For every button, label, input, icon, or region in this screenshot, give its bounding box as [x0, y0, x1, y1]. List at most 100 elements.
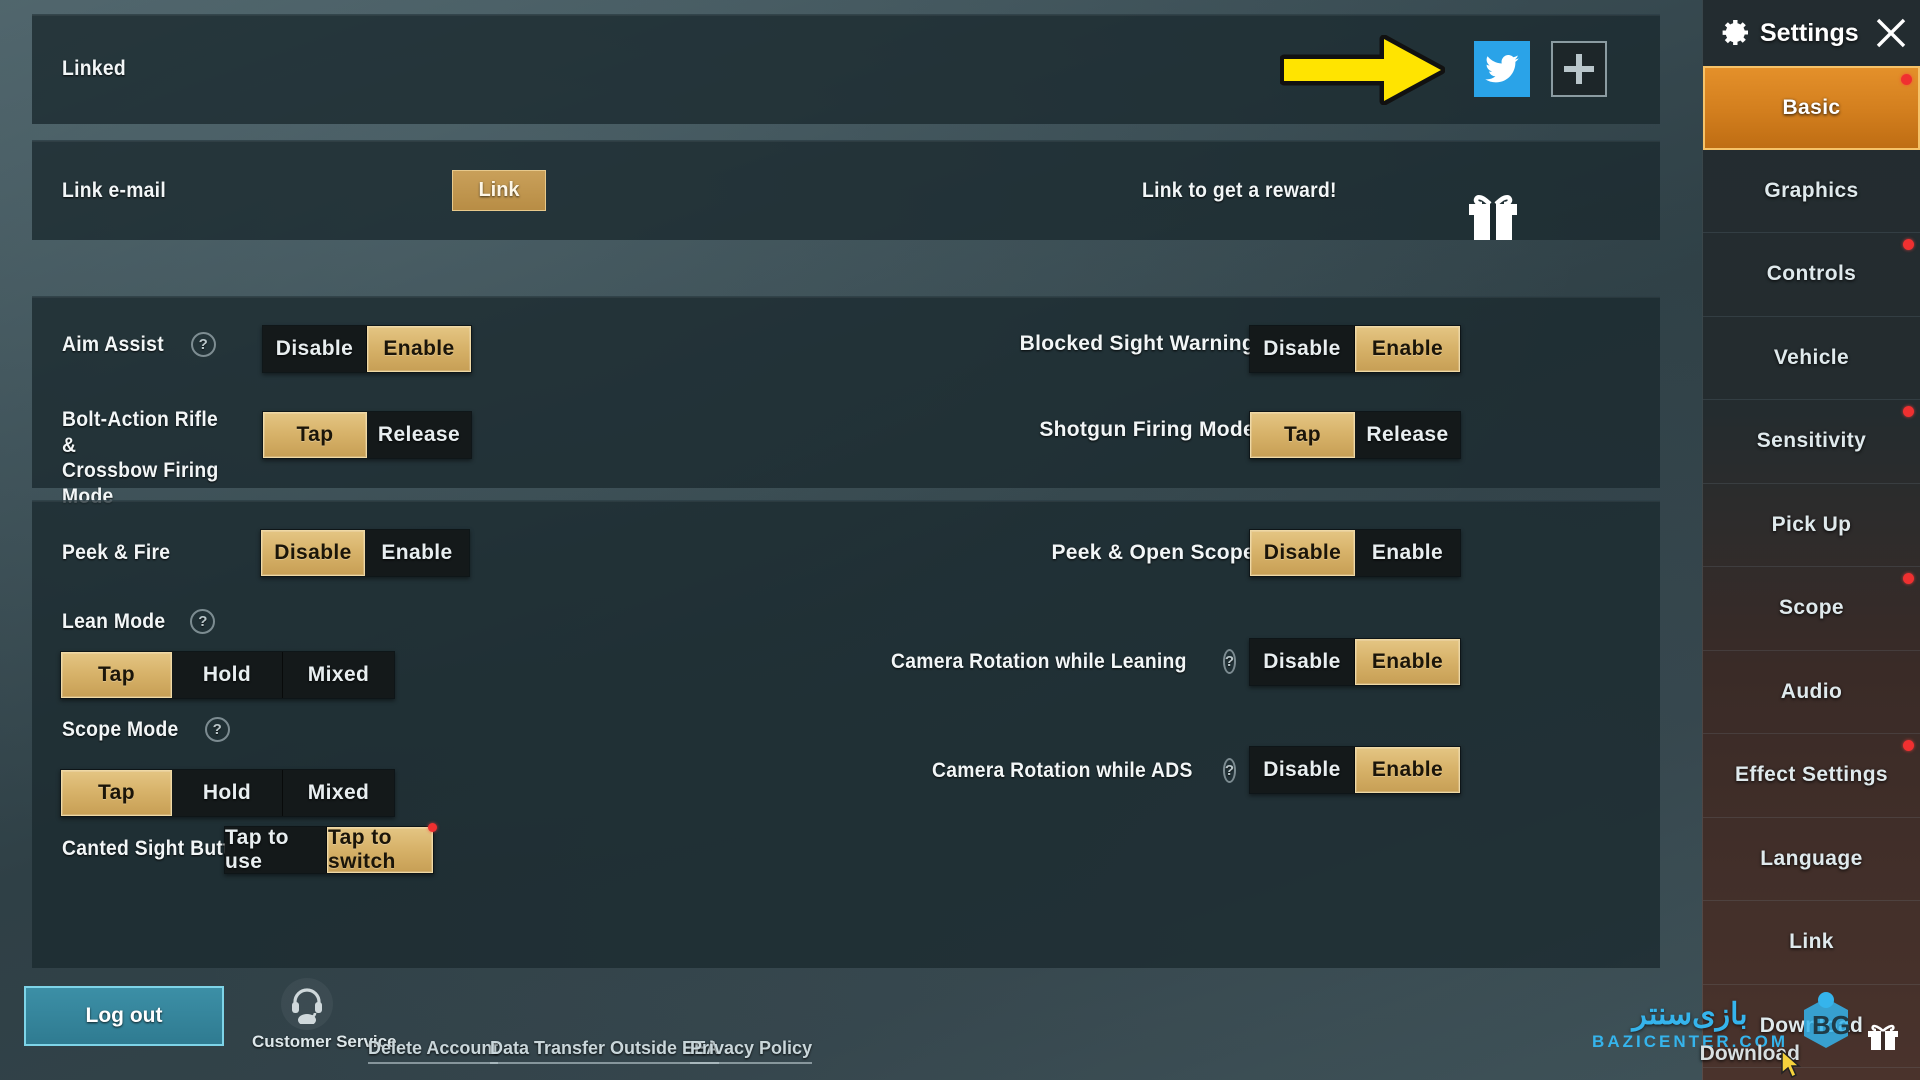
sidebar-item-language[interactable]: Language: [1703, 818, 1920, 901]
peek-fire-option-disable[interactable]: Disable: [261, 530, 365, 576]
blocked-sight-toggle[interactable]: Disable Enable: [1249, 325, 1461, 373]
close-x-icon[interactable]: [1874, 16, 1908, 50]
mouse-cursor-icon: [1781, 1050, 1801, 1079]
blocked-sight-option-enable[interactable]: Enable: [1355, 326, 1460, 372]
blocked-sight-row: Blocked Sight Warning: [1020, 332, 1255, 356]
aim-assist-option-enable[interactable]: Enable: [367, 326, 471, 372]
sidebar-item-badge: [1903, 406, 1914, 417]
sidebar-item-vehicle[interactable]: Vehicle: [1703, 317, 1920, 400]
camera-ads-option-enable[interactable]: Enable: [1355, 747, 1460, 793]
sidebar-header: Settings: [1703, 0, 1920, 66]
canted-sight-option-tap-to-switch[interactable]: Tap to switch: [327, 826, 433, 873]
sidebar-item-label: Pick Up: [1771, 512, 1852, 536]
aim-assist-option-disable[interactable]: Disable: [263, 326, 367, 372]
shotgun-toggle[interactable]: Tap Release: [1249, 411, 1461, 459]
peek-fire-option-enable[interactable]: Enable: [365, 530, 469, 576]
sidebar-item-label: Sensitivity: [1756, 429, 1867, 453]
sidebar-item-effect-settings[interactable]: Effect Settings: [1703, 734, 1920, 818]
bolt-action-option-release[interactable]: Release: [367, 412, 471, 458]
bolt-action-option-tap[interactable]: Tap: [263, 412, 367, 458]
sidebar-item-pick-up[interactable]: Pick Up: [1703, 484, 1920, 567]
sidebar-item-label: Scope: [1778, 596, 1845, 620]
sidebar-menu: Basic Graphics Controls Vehicle Sensitivity P…: [1703, 66, 1920, 1068]
sidebar-item-scope[interactable]: Scope: [1703, 567, 1920, 651]
camera-lean-row: Camera Rotation while Leaning ?: [891, 649, 1236, 674]
peek-fire-label: Peek & Fire: [62, 541, 171, 564]
sidebar-item-label: Effect Settings: [1734, 763, 1889, 787]
canted-sight-toggle[interactable]: Tap to use Tap to switch: [224, 823, 437, 874]
camera-lean-option-enable[interactable]: Enable: [1355, 639, 1460, 685]
bolt-action-label-line1: Bolt-Action Rifle &: [62, 408, 219, 457]
shotgun-option-tap[interactable]: Tap: [1250, 412, 1355, 458]
lean-mode-option-tap[interactable]: Tap: [61, 652, 172, 698]
twitter-bird-icon: [1485, 55, 1519, 83]
customer-service-label: Customer Service: [252, 1032, 397, 1051]
sidebar-item-label: Vehicle: [1773, 345, 1850, 369]
peek-fire-toggle[interactable]: Disable Enable: [260, 529, 470, 577]
scope-mode-toggle[interactable]: Tap Hold Mixed: [60, 769, 395, 817]
sidebar-item-link[interactable]: Link: [1703, 901, 1920, 985]
camera-ads-toggle[interactable]: Disable Enable: [1249, 746, 1461, 794]
canted-sight-option-tap-to-use[interactable]: Tap to use: [225, 826, 327, 873]
scope-mode-option-mixed[interactable]: Mixed: [283, 770, 394, 816]
sidebar-item-graphics[interactable]: Graphics: [1703, 150, 1920, 233]
camera-ads-option-disable[interactable]: Disable: [1250, 747, 1355, 793]
sidebar-item-label: Basic: [1782, 95, 1841, 119]
camera-lean-toggle[interactable]: Disable Enable: [1249, 638, 1461, 686]
lean-mode-row: Lean Mode ?: [62, 609, 216, 634]
sidebar-item-label: Controls: [1766, 262, 1857, 286]
privacy-policy-link[interactable]: Privacy Policy: [690, 1038, 813, 1064]
bolt-action-toggle[interactable]: Tap Release: [262, 411, 472, 459]
delete-account-link[interactable]: Delete Account: [368, 1038, 499, 1064]
twitter-link-button[interactable]: [1474, 41, 1530, 97]
sidebar-item-badge: [1903, 239, 1914, 250]
camera-ads-help-icon[interactable]: ?: [1222, 758, 1236, 783]
peek-fire-panel: Peek & Fire Disable Enable Lean Mode ? T…: [32, 500, 1660, 968]
scope-mode-label: Scope Mode: [62, 717, 179, 741]
sidebar-item-controls[interactable]: Controls: [1703, 233, 1920, 317]
peek-open-scope-option-enable[interactable]: Enable: [1355, 530, 1460, 576]
aim-assist-help-icon[interactable]: ?: [190, 332, 216, 357]
add-account-button[interactable]: [1551, 41, 1607, 97]
sidebar-item-sensitivity[interactable]: Sensitivity: [1703, 400, 1920, 484]
sidebar-item-label: Graphics: [1764, 178, 1859, 202]
peek-open-scope-row: Peek & Open Scope: [1051, 541, 1255, 565]
settings-content: Linked Link e-mail Link Link to get a re…: [0, 0, 1702, 1080]
lean-mode-option-mixed[interactable]: Mixed: [283, 652, 394, 698]
sidebar-item-badge: [1903, 740, 1914, 751]
gift-box-icon: [1465, 192, 1521, 244]
sidebar-item-label: Audio: [1780, 679, 1843, 703]
blocked-sight-label: Blocked Sight Warning: [1019, 332, 1255, 355]
shotgun-option-release[interactable]: Release: [1355, 412, 1460, 458]
camera-lean-option-disable[interactable]: Disable: [1250, 639, 1355, 685]
lean-mode-help-icon[interactable]: ?: [190, 609, 216, 634]
camera-lean-help-icon[interactable]: ?: [1222, 649, 1236, 674]
sidebar-item-audio[interactable]: Audio: [1703, 651, 1920, 734]
peek-open-scope-option-disable[interactable]: Disable: [1250, 530, 1355, 576]
data-transfer-link[interactable]: Data Transfer Outside EEA: [490, 1038, 720, 1064]
link-email-button[interactable]: Link: [452, 170, 546, 211]
scope-mode-option-tap[interactable]: Tap: [61, 770, 172, 816]
blocked-sight-option-disable[interactable]: Disable: [1250, 326, 1355, 372]
scope-mode-row: Scope Mode ?: [62, 717, 230, 742]
lean-mode-option-hold[interactable]: Hold: [172, 652, 283, 698]
camera-lean-label: Camera Rotation while Leaning: [891, 649, 1188, 673]
sidebar-item-basic[interactable]: Basic: [1703, 66, 1920, 150]
sidebar-item-label: Link: [1789, 930, 1834, 954]
camera-ads-label: Camera Rotation while ADS: [931, 758, 1193, 782]
bottom-bar: Log out Customer Service Delete Account …: [0, 972, 1702, 1080]
gear-icon: [1722, 20, 1748, 45]
scope-mode-help-icon[interactable]: ?: [204, 717, 230, 742]
linked-label: Linked: [62, 57, 126, 80]
peek-open-scope-toggle[interactable]: Disable Enable: [1249, 529, 1461, 577]
scope-mode-option-hold[interactable]: Hold: [172, 770, 283, 816]
pubg-settings-screen: Linked Link e-mail Link Link to get a re…: [0, 0, 1920, 1080]
aim-assist-row: Aim Assist ?: [62, 332, 216, 357]
aim-assist-toggle[interactable]: Disable Enable: [262, 325, 472, 373]
logout-button[interactable]: Log out: [24, 986, 224, 1046]
lean-mode-toggle[interactable]: Tap Hold Mixed: [60, 651, 395, 699]
link-email-panel: Link e-mail Link Link to get a reward!: [32, 140, 1660, 240]
sidebar-item-label: Language: [1760, 846, 1863, 870]
customer-service-button[interactable]: Customer Service: [252, 978, 397, 1052]
plus-icon-vertical: [1576, 54, 1582, 84]
